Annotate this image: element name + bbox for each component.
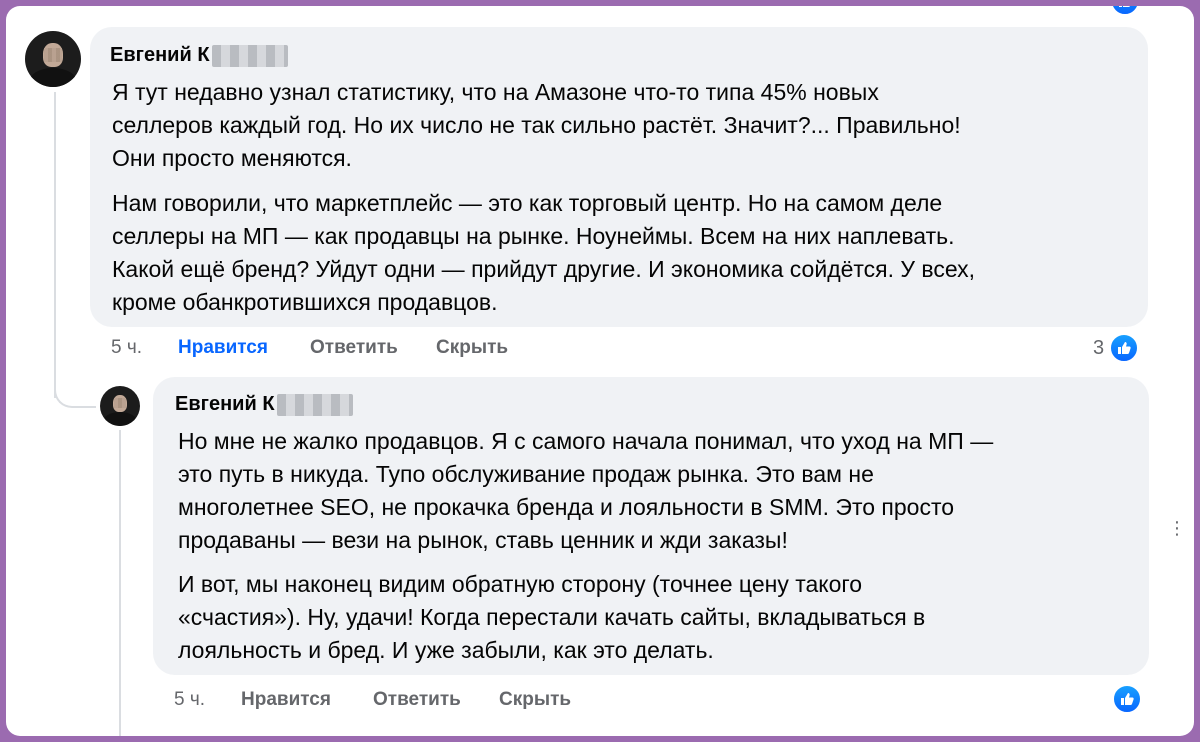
thread-connector (54, 366, 96, 408)
avatar[interactable] (25, 31, 81, 87)
reply-button[interactable]: Ответить (373, 689, 461, 711)
comment-author[interactable]: Евгений К (110, 44, 288, 67)
like-icon[interactable] (1109, 333, 1139, 363)
comment-bubble: Евгений К Но мне не жалко продавцов. Я с… (153, 377, 1149, 675)
comment-text: Но мне не жалко продавцов. Я с самого на… (178, 428, 994, 553)
comment-thread: Евгений К Я тут недавно узнал статистику… (6, 6, 1194, 736)
reply-button[interactable]: Ответить (310, 337, 398, 359)
redacted-surname (211, 44, 288, 67)
hide-button[interactable]: Скрыть (499, 689, 571, 711)
comment-text: И вот, мы наконец видим обратную сторону… (178, 571, 926, 663)
comment-time[interactable]: 5 ч. (174, 689, 205, 711)
like-button[interactable]: Нравится (241, 689, 331, 711)
like-button[interactable]: Нравится (178, 337, 268, 359)
comment-text: Я тут недавно узнал статистику, что на А… (112, 79, 961, 171)
reaction-count[interactable]: 3 (1093, 337, 1104, 360)
comment-bubble: Евгений К Я тут недавно узнал статистику… (90, 27, 1148, 327)
redacted-surname (276, 393, 353, 416)
hide-button[interactable]: Скрыть (436, 337, 508, 359)
thread-line (119, 430, 121, 736)
thread-line (54, 92, 56, 398)
like-icon[interactable] (1112, 684, 1142, 714)
comment-text: Нам говорили, что маркетплейс — это как … (112, 190, 976, 315)
avatar[interactable] (100, 386, 140, 426)
like-icon (1110, 6, 1140, 16)
comment-time[interactable]: 5 ч. (111, 337, 142, 359)
comment-author[interactable]: Евгений К (175, 393, 353, 416)
more-options-icon[interactable]: ⋮ (1168, 518, 1187, 539)
